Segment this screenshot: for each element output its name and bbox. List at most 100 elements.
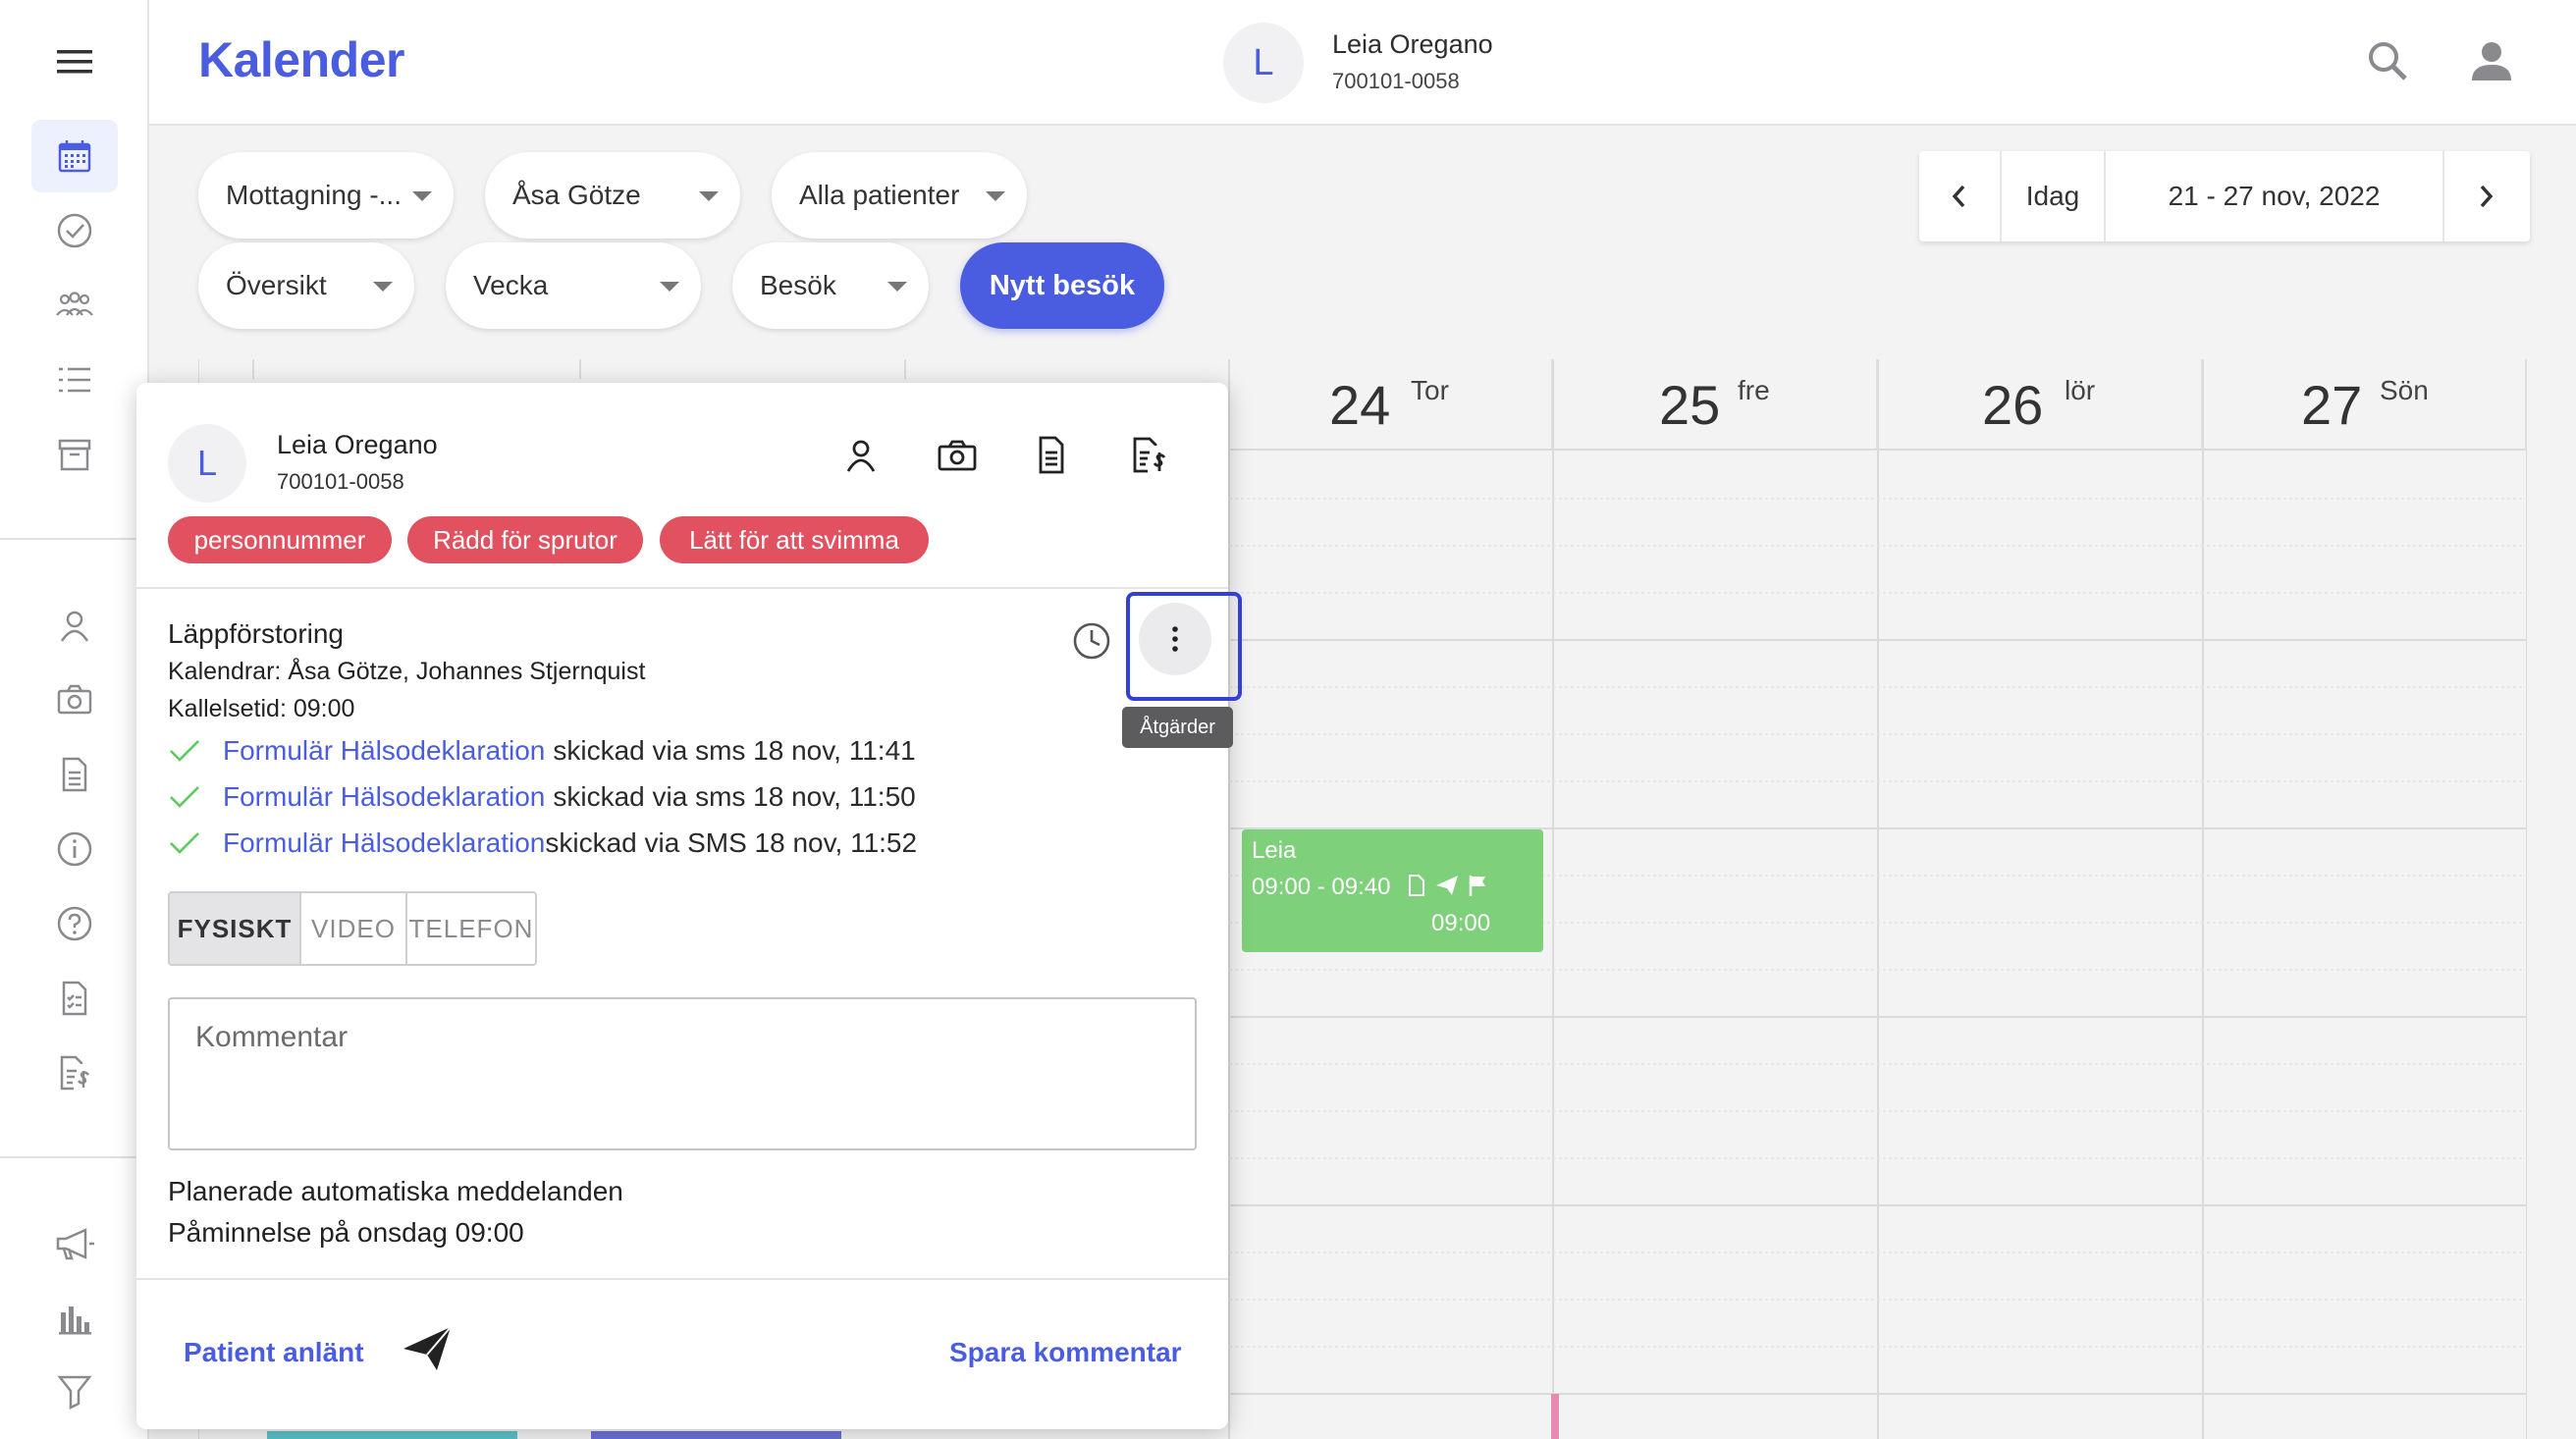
chevron-left-icon — [1952, 185, 1965, 208]
search-icon — [2369, 42, 2407, 80]
type-select-value: Besök — [760, 270, 836, 300]
event-call-time: 09:00 — [1431, 910, 1491, 936]
mode-physical[interactable]: FYSISKT — [170, 893, 301, 964]
form-link[interactable]: Formulär Hälsodeklaration — [223, 781, 545, 813]
nav-calendar[interactable] — [31, 120, 118, 192]
nav-filter[interactable] — [31, 1355, 118, 1427]
practitioner-select-value: Åsa Götze — [512, 180, 641, 210]
rail-divider — [0, 538, 149, 540]
form-status-row: Formulär Hälsodeklaration skickad via SMS… — [168, 823, 917, 864]
practitioner-select[interactable]: Åsa Götze — [485, 152, 740, 239]
comment-input[interactable] — [168, 997, 1197, 1150]
date-navigator: Idag 21 - 27 nov, 2022 — [1919, 151, 2530, 241]
nav-groups[interactable] — [31, 269, 118, 342]
help-icon — [57, 906, 92, 941]
nav-journal[interactable] — [31, 738, 118, 811]
next-week-button[interactable] — [2444, 151, 2527, 241]
new-visit-button[interactable]: Nytt besök — [960, 242, 1164, 329]
mode-phone[interactable]: TELEFON — [407, 893, 535, 964]
nav-archive[interactable] — [31, 418, 118, 491]
calendar-event[interactable]: Leia 09:00 - 09:40 09:00 — [1242, 829, 1543, 952]
nav-list[interactable] — [31, 344, 118, 416]
popup-patient-pnr: 700101-0058 — [277, 469, 404, 494]
visit-type: Läppförstoring — [168, 618, 345, 649]
nav-marketing[interactable] — [31, 1207, 118, 1280]
actions-menu-button[interactable] — [1139, 603, 1211, 675]
account-button[interactable] — [2468, 37, 2515, 84]
visit-mode-toggle: FYSISKT VIDEO TELEFON — [168, 891, 537, 966]
patient-tag[interactable]: Lätt för att svimma — [660, 516, 929, 563]
header-patient-name: Leia Oregano — [1332, 29, 1493, 59]
prev-week-button[interactable] — [1919, 151, 2002, 241]
popup-avatar[interactable]: L — [168, 424, 246, 503]
rail-divider-2 — [0, 1156, 149, 1158]
clinic-select-value: Mottagning -... — [226, 180, 402, 210]
popup-patient-name: Leia Oregano — [277, 430, 438, 459]
day-name: Sön — [2380, 375, 2429, 405]
clinic-select[interactable]: Mottagning -... — [198, 152, 454, 239]
camera-icon — [57, 684, 92, 715]
nav-invoice[interactable] — [31, 1037, 118, 1109]
day-header-fri[interactable]: 25 fre — [1553, 359, 1878, 450]
left-rail — [0, 0, 149, 1439]
day-header-sat[interactable]: 26 lör — [1878, 359, 2203, 450]
patients-select[interactable]: Alla patienter — [772, 152, 1027, 239]
nav-photos[interactable] — [31, 664, 118, 736]
day-header-sun[interactable]: 27 Sön — [2203, 359, 2527, 450]
day-name: fre — [1738, 375, 1770, 405]
document-icon — [1039, 436, 1064, 474]
form-link[interactable]: Formulär Hälsodeklaration — [223, 735, 545, 767]
nav-forms[interactable] — [31, 962, 118, 1035]
day-header-thu[interactable]: 24 Tor — [1229, 359, 1553, 450]
send-message-button[interactable] — [400, 1323, 455, 1374]
nav-info[interactable] — [31, 813, 118, 885]
visit-call-time: Kallelsetid: 09:00 — [168, 695, 355, 722]
nav-patient[interactable] — [31, 589, 118, 662]
patient-arrived-button[interactable]: Patient anlänt — [184, 1337, 364, 1368]
chevron-down-icon — [412, 191, 432, 201]
check-icon — [170, 786, 199, 808]
nav-tasks[interactable] — [31, 194, 118, 267]
patient-tag[interactable]: personnummer — [168, 516, 392, 563]
overview-select[interactable]: Översikt — [198, 242, 414, 329]
patient-journal-button[interactable] — [1032, 434, 1071, 477]
day-name: lör — [2065, 375, 2096, 405]
patient-photos-button[interactable] — [936, 436, 979, 475]
nav-statistics[interactable] — [31, 1282, 118, 1355]
form-status-row: Formulär Hälsodeklaration skickad via sms… — [168, 776, 916, 818]
header-avatar[interactable]: L — [1223, 23, 1304, 103]
person-icon — [846, 440, 876, 472]
date-range[interactable]: 21 - 27 nov, 2022 — [2106, 151, 2444, 241]
chevron-down-icon — [660, 282, 679, 292]
calendar-icon — [58, 140, 91, 173]
history-button[interactable] — [1071, 620, 1112, 662]
period-select[interactable]: Vecka — [446, 242, 701, 329]
popup-divider — [136, 1278, 1228, 1280]
today-button[interactable]: Idag — [2002, 151, 2106, 241]
patient-invoice-button[interactable] — [1128, 434, 1171, 477]
mode-video[interactable]: VIDEO — [301, 893, 407, 964]
popup-divider — [136, 587, 1228, 589]
visit-popup: L Leia Oregano 700101-0058 personnummer … — [136, 383, 1228, 1429]
chevron-down-icon — [699, 191, 719, 201]
person-icon — [60, 611, 89, 642]
info-icon — [57, 831, 92, 867]
nav-help[interactable] — [31, 887, 118, 960]
planned-message-item: Påminnelse på onsdag 09:00 — [168, 1217, 524, 1248]
type-select[interactable]: Besök — [732, 242, 929, 329]
chevron-down-icon — [887, 282, 907, 292]
event-name: Leia — [1252, 837, 1297, 864]
patients-select-value: Alla patienter — [799, 180, 960, 210]
flag-icon — [1469, 876, 1485, 896]
more-vertical-icon — [1172, 626, 1178, 652]
form-link[interactable]: Formulär Hälsodeklaration — [223, 827, 545, 859]
patient-tag[interactable]: Rädd för sprutor — [407, 516, 643, 563]
day-number: 25 — [1659, 374, 1721, 436]
search-button[interactable] — [2364, 37, 2411, 84]
bar-chart-icon — [59, 1306, 91, 1335]
menu-button[interactable] — [31, 26, 118, 98]
check-circle-icon — [57, 213, 92, 248]
save-comment-button[interactable]: Spara kommentar — [949, 1337, 1182, 1368]
chevron-down-icon — [986, 191, 1005, 201]
patient-profile-button[interactable] — [841, 436, 881, 475]
